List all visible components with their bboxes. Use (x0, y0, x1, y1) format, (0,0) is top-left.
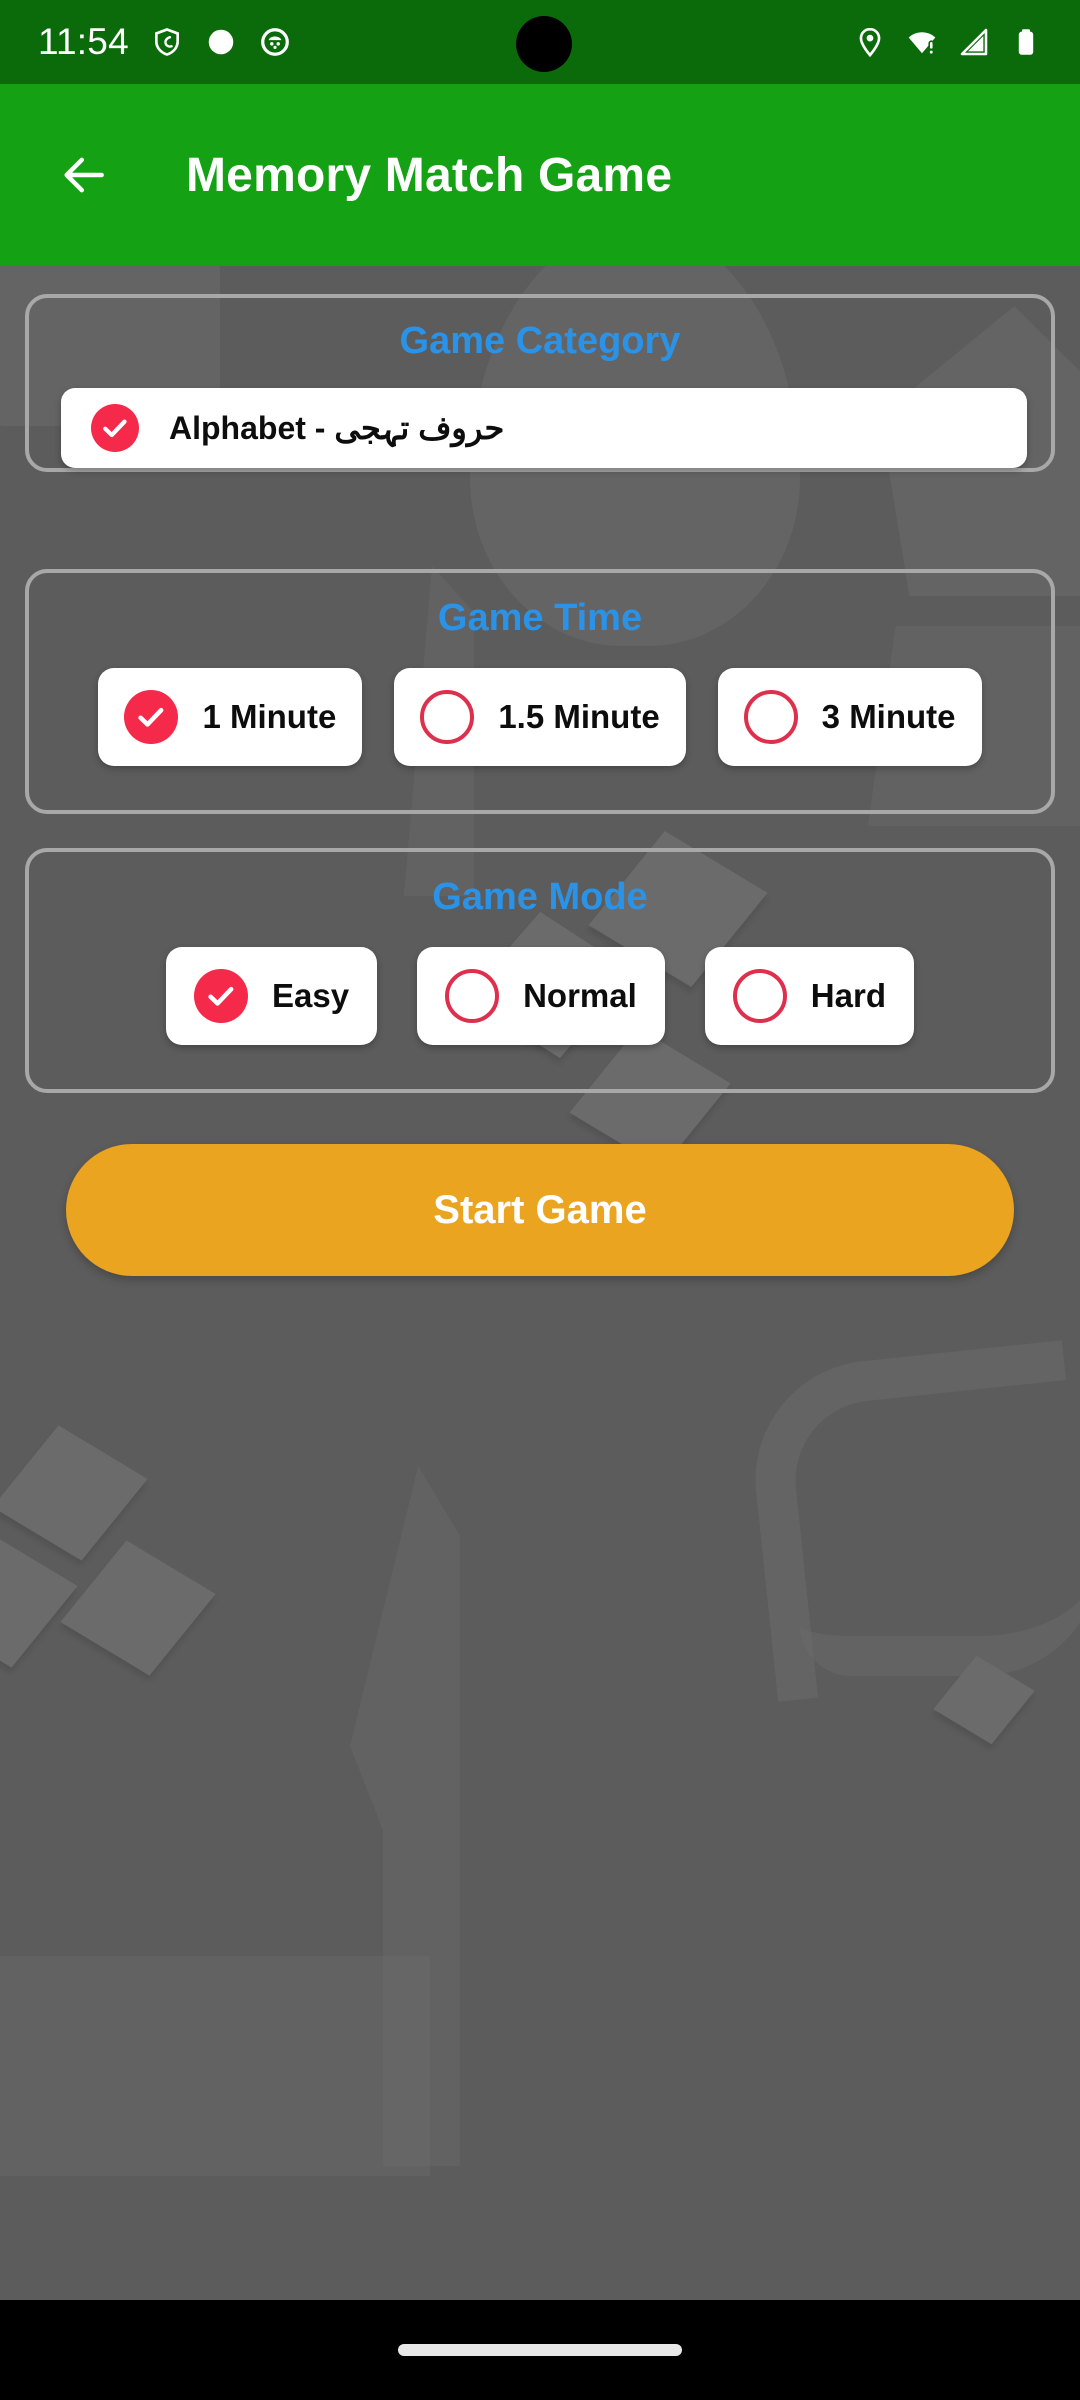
option-time-1-minute[interactable]: 1 Minute (98, 668, 363, 766)
app-badge-icon (260, 28, 289, 56)
battery-icon (1018, 29, 1034, 55)
navigation-bar (0, 2300, 1080, 2400)
option-row-game-time: 1 Minute 1.5 Minute 3 Minute (29, 668, 1051, 766)
option-label: Easy (272, 977, 350, 1014)
start-game-button-label: Start Game (433, 1187, 647, 1232)
option-time-3-minute[interactable]: 3 Minute (717, 668, 982, 766)
circle-filled-icon (208, 29, 234, 55)
option-time-1-5-minute[interactable]: 1.5 Minute (394, 668, 686, 766)
radio-checked-icon (91, 404, 139, 452)
radio-unchecked-icon (732, 969, 787, 1023)
camera-punch-hole (516, 16, 572, 72)
radio-unchecked-icon (743, 690, 798, 744)
back-button[interactable] (52, 144, 114, 206)
page-title: Memory Match Game (186, 148, 673, 202)
cell-signal-icon (960, 28, 988, 56)
section-game-category: Game Category Alphabet - حروف تہجی (25, 294, 1055, 472)
status-clock: 11:54 (38, 21, 129, 62)
status-bar: 11:54 (0, 0, 1080, 84)
radio-unchecked-icon (420, 690, 475, 744)
option-category-alphabet[interactable]: Alphabet - حروف تہجی (61, 388, 1027, 468)
shield-icon (154, 28, 179, 56)
settings-content: Game Category Alphabet - حروف تہجی Game … (0, 266, 1080, 2300)
radio-checked-icon (124, 690, 179, 744)
option-row-game-mode: Easy Normal Hard (29, 947, 1051, 1045)
status-bar-right (854, 26, 1042, 58)
phone-screen: Game Category Alphabet - حروف تہجی Game … (0, 0, 1080, 2400)
radio-unchecked-icon (445, 969, 500, 1023)
app-bar: Memory Match Game (0, 84, 1080, 266)
status-bar-left: 11:54 (38, 21, 291, 63)
section-title-game-category: Game Category (399, 320, 681, 362)
option-label: Normal (523, 977, 637, 1014)
option-mode-normal[interactable]: Normal (417, 947, 665, 1045)
option-mode-hard[interactable]: Hard (704, 947, 914, 1045)
section-title-game-time: Game Time (437, 597, 643, 639)
option-label: Alphabet - حروف تہجی (169, 410, 505, 446)
option-label: Hard (810, 977, 886, 1014)
section-game-time: Game Time 1 Minute 1.5 Minute 3 Minute (25, 569, 1055, 814)
section-game-mode: Game Mode Easy Normal Hard (25, 848, 1055, 1093)
option-label: 1.5 Minute (498, 698, 660, 735)
option-mode-easy[interactable]: Easy (166, 947, 378, 1045)
radio-checked-icon (194, 969, 249, 1023)
home-indicator[interactable] (398, 2344, 682, 2356)
option-label: 1 Minute (202, 698, 337, 735)
wifi-warning-icon (908, 32, 936, 56)
option-label: 3 Minute (821, 698, 956, 735)
location-pin-icon (859, 27, 881, 58)
start-game-button[interactable]: Start Game (66, 1144, 1014, 1276)
section-title-game-mode: Game Mode (432, 876, 648, 918)
arrow-left-icon (64, 157, 104, 193)
